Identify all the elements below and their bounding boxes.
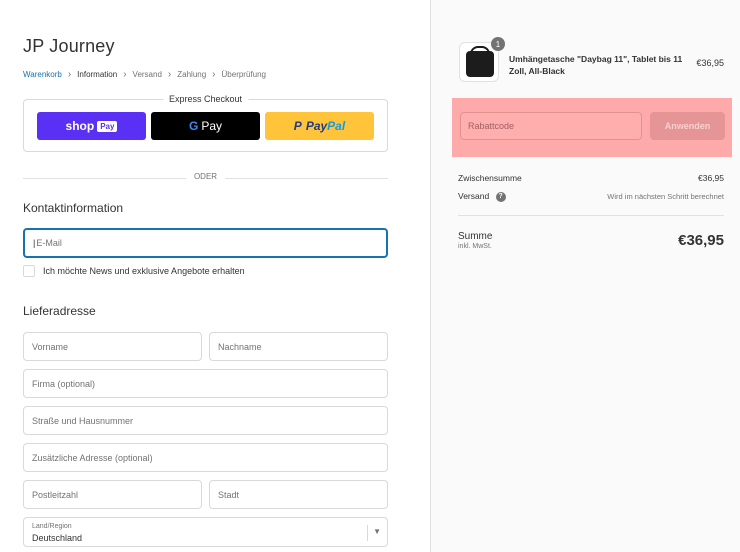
chevron-right-icon: › (167, 69, 172, 80)
country-value: Deutschland (32, 533, 83, 543)
total-value: €36,95 (678, 232, 724, 249)
subtotal-value: €36,95 (698, 173, 724, 183)
or-separator-label: ODER (185, 172, 226, 181)
question-icon[interactable]: ? (495, 191, 506, 202)
street-field[interactable]: Straße und Hausnummer (23, 406, 388, 435)
shipping-section-title: Lieferadresse (23, 304, 96, 318)
city-field[interactable]: Stadt (209, 480, 388, 509)
discount-code-input[interactable]: Rabattcode (460, 112, 642, 140)
total-tax-note: inkl. MwSt. (458, 243, 492, 250)
chevron-right-icon: › (212, 69, 216, 80)
zip-placeholder: Postleitzahl (32, 489, 79, 500)
breadcrumb-information: Information (77, 70, 118, 79)
chevron-down-icon: ▼ (373, 527, 381, 536)
newsletter-row[interactable]: Ich möchte News und exklusive Angebote e… (23, 265, 245, 277)
chevron-right-icon: › (67, 69, 72, 80)
or-separator: ODER (23, 172, 388, 184)
quantity-badge: 1 (491, 37, 505, 51)
street-placeholder: Straße und Hausnummer (32, 415, 134, 426)
breadcrumb-review: Überprüfung (221, 70, 266, 79)
email-placeholder: E-Mail (36, 238, 62, 248)
checkout-form-panel: JP Journey Warenkorb › Information › Ver… (0, 0, 430, 552)
google-pay-button[interactable]: G Pay (151, 112, 260, 140)
product-price: €36,95 (696, 58, 724, 68)
order-summary-panel: 1 Umhängetasche "Daybag 11", Tablet bis … (430, 0, 740, 552)
contact-section-title: Kontaktinformation (23, 201, 124, 215)
subtotal-label: Zwischensumme (458, 173, 522, 183)
breadcrumb-payment: Zahlung (177, 70, 207, 79)
company-placeholder: Firma (optional) (32, 378, 96, 389)
breadcrumb: Warenkorb › Information › Versand › Zahl… (23, 69, 266, 80)
company-field[interactable]: Firma (optional) (23, 369, 388, 398)
last-name-placeholder: Nachname (218, 341, 262, 352)
shipping-label: Versand (458, 191, 490, 201)
express-checkout: Express Checkout shop Pay G Pay P Pay Pal (23, 94, 388, 152)
discount-section: Rabattcode Anwenden (452, 98, 732, 157)
first-name-field[interactable]: Vorname (23, 332, 202, 361)
shop-pay-tag: Pay (97, 120, 118, 132)
bag-shape (466, 51, 494, 77)
paypal-text-pay: Pay (305, 119, 328, 133)
newsletter-label: Ich möchte News und exklusive Angebote e… (43, 266, 245, 276)
discount-code-placeholder: Rabattcode (468, 121, 515, 131)
country-select[interactable]: Land/Region Deutschland ▼ (23, 517, 388, 547)
newsletter-checkbox[interactable] (23, 265, 35, 277)
city-placeholder: Stadt (218, 489, 240, 500)
email-field[interactable]: | E-Mail (23, 228, 388, 258)
breadcrumb-shipping: Versand (132, 70, 162, 79)
summary-divider (458, 215, 724, 216)
google-pay-text: Pay (201, 119, 223, 133)
paypal-text-pal: Pal (327, 119, 346, 133)
shop-pay-text: shop (65, 119, 95, 133)
address2-field[interactable]: Zusätzliche Adresse (optional) (23, 443, 388, 472)
shop-pay-button[interactable]: shop Pay (37, 112, 146, 140)
total-label: Summe (458, 231, 493, 242)
product-name: Umhängetasche "Daybag 11", Tablet bis 11… (509, 54, 683, 76)
express-checkout-label: Express Checkout (162, 94, 249, 104)
shipping-value: Wird im nächsten Schritt berechnet (607, 191, 724, 201)
google-g-icon: G (188, 119, 199, 133)
paypal-icon: P (293, 119, 302, 133)
last-name-field[interactable]: Nachname (209, 332, 388, 361)
zip-field[interactable]: Postleitzahl (23, 480, 202, 509)
breadcrumb-cart[interactable]: Warenkorb (23, 70, 62, 79)
chevron-right-icon: › (123, 69, 127, 80)
text-cursor: | (33, 238, 36, 248)
subtotal-row: Zwischensumme €36,95 (458, 173, 724, 183)
apply-discount-button[interactable]: Anwenden (650, 112, 725, 140)
address2-placeholder: Zusätzliche Adresse (optional) (32, 452, 153, 463)
paypal-button[interactable]: P Pay Pal (265, 112, 374, 140)
country-label: Land/Region (32, 523, 72, 530)
first-name-placeholder: Vorname (32, 341, 69, 352)
select-divider (367, 525, 368, 541)
shop-title[interactable]: JP Journey (23, 36, 115, 57)
shipping-row: Versand ? Wird im nächsten Schritt berec… (458, 191, 724, 202)
